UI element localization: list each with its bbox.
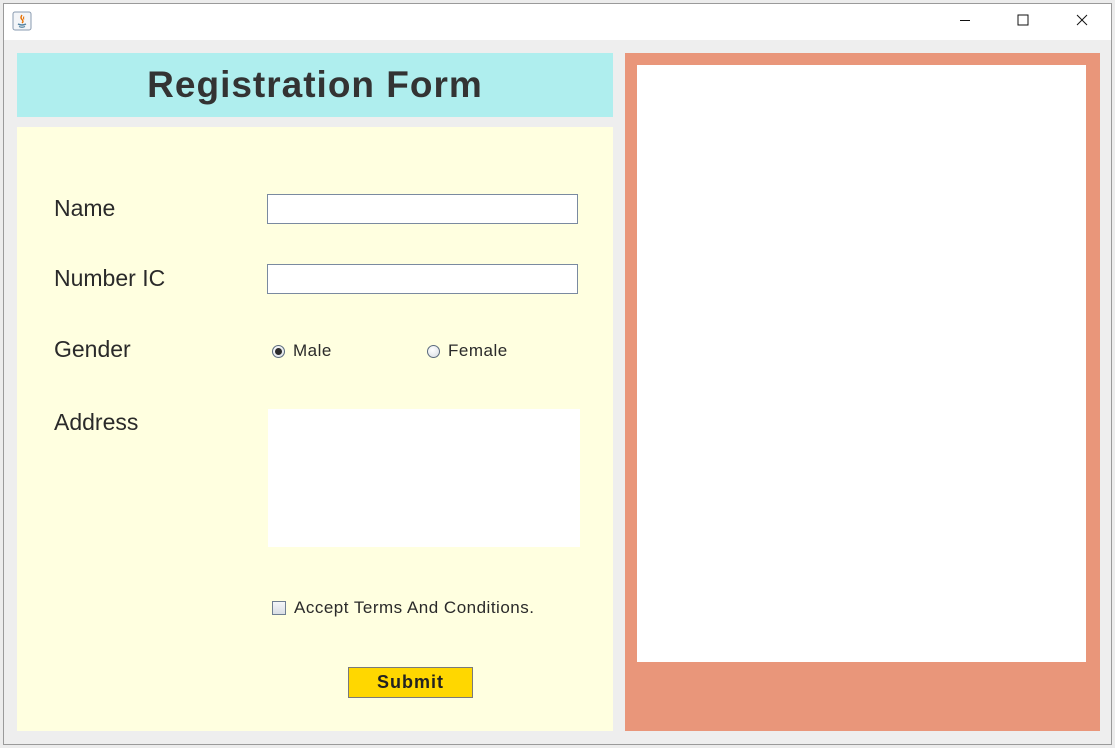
checkbox-icon bbox=[272, 601, 286, 615]
output-panel bbox=[625, 53, 1100, 731]
radio-selected-icon bbox=[272, 344, 285, 358]
title-bar bbox=[4, 4, 1111, 40]
name-input[interactable] bbox=[267, 194, 578, 224]
java-icon bbox=[12, 11, 32, 31]
radio-unselected-icon bbox=[427, 344, 440, 358]
terms-label: Accept Terms And Conditions. bbox=[294, 598, 535, 617]
maximize-icon bbox=[1017, 13, 1029, 31]
submit-button[interactable]: Submit bbox=[348, 667, 473, 698]
address-label: Address bbox=[54, 409, 139, 435]
minimize-icon bbox=[959, 13, 971, 31]
address-textarea[interactable] bbox=[268, 409, 580, 547]
gender-male-label: Male bbox=[293, 341, 332, 360]
maximize-button[interactable] bbox=[994, 4, 1052, 40]
gender-label: Gender bbox=[54, 336, 131, 362]
gender-female-label: Female bbox=[448, 341, 508, 360]
app-window: Registration Form Name Number IC Gender … bbox=[3, 3, 1112, 745]
gender-female-radio[interactable]: Female bbox=[427, 341, 508, 361]
gender-male-radio[interactable]: Male bbox=[272, 341, 332, 361]
terms-checkbox[interactable]: Accept Terms And Conditions. bbox=[272, 597, 534, 619]
name-label: Name bbox=[54, 195, 116, 221]
close-icon bbox=[1076, 13, 1088, 31]
output-textarea[interactable] bbox=[637, 65, 1086, 662]
form-header: Registration Form bbox=[17, 53, 613, 117]
close-button[interactable] bbox=[1053, 4, 1111, 40]
number-ic-input[interactable] bbox=[267, 264, 578, 294]
page-title: Registration Form bbox=[147, 64, 483, 105]
minimize-button[interactable] bbox=[936, 4, 994, 40]
form-panel: Name Number IC Gender Male Female Addres… bbox=[17, 127, 613, 731]
number-ic-label: Number IC bbox=[54, 265, 166, 291]
